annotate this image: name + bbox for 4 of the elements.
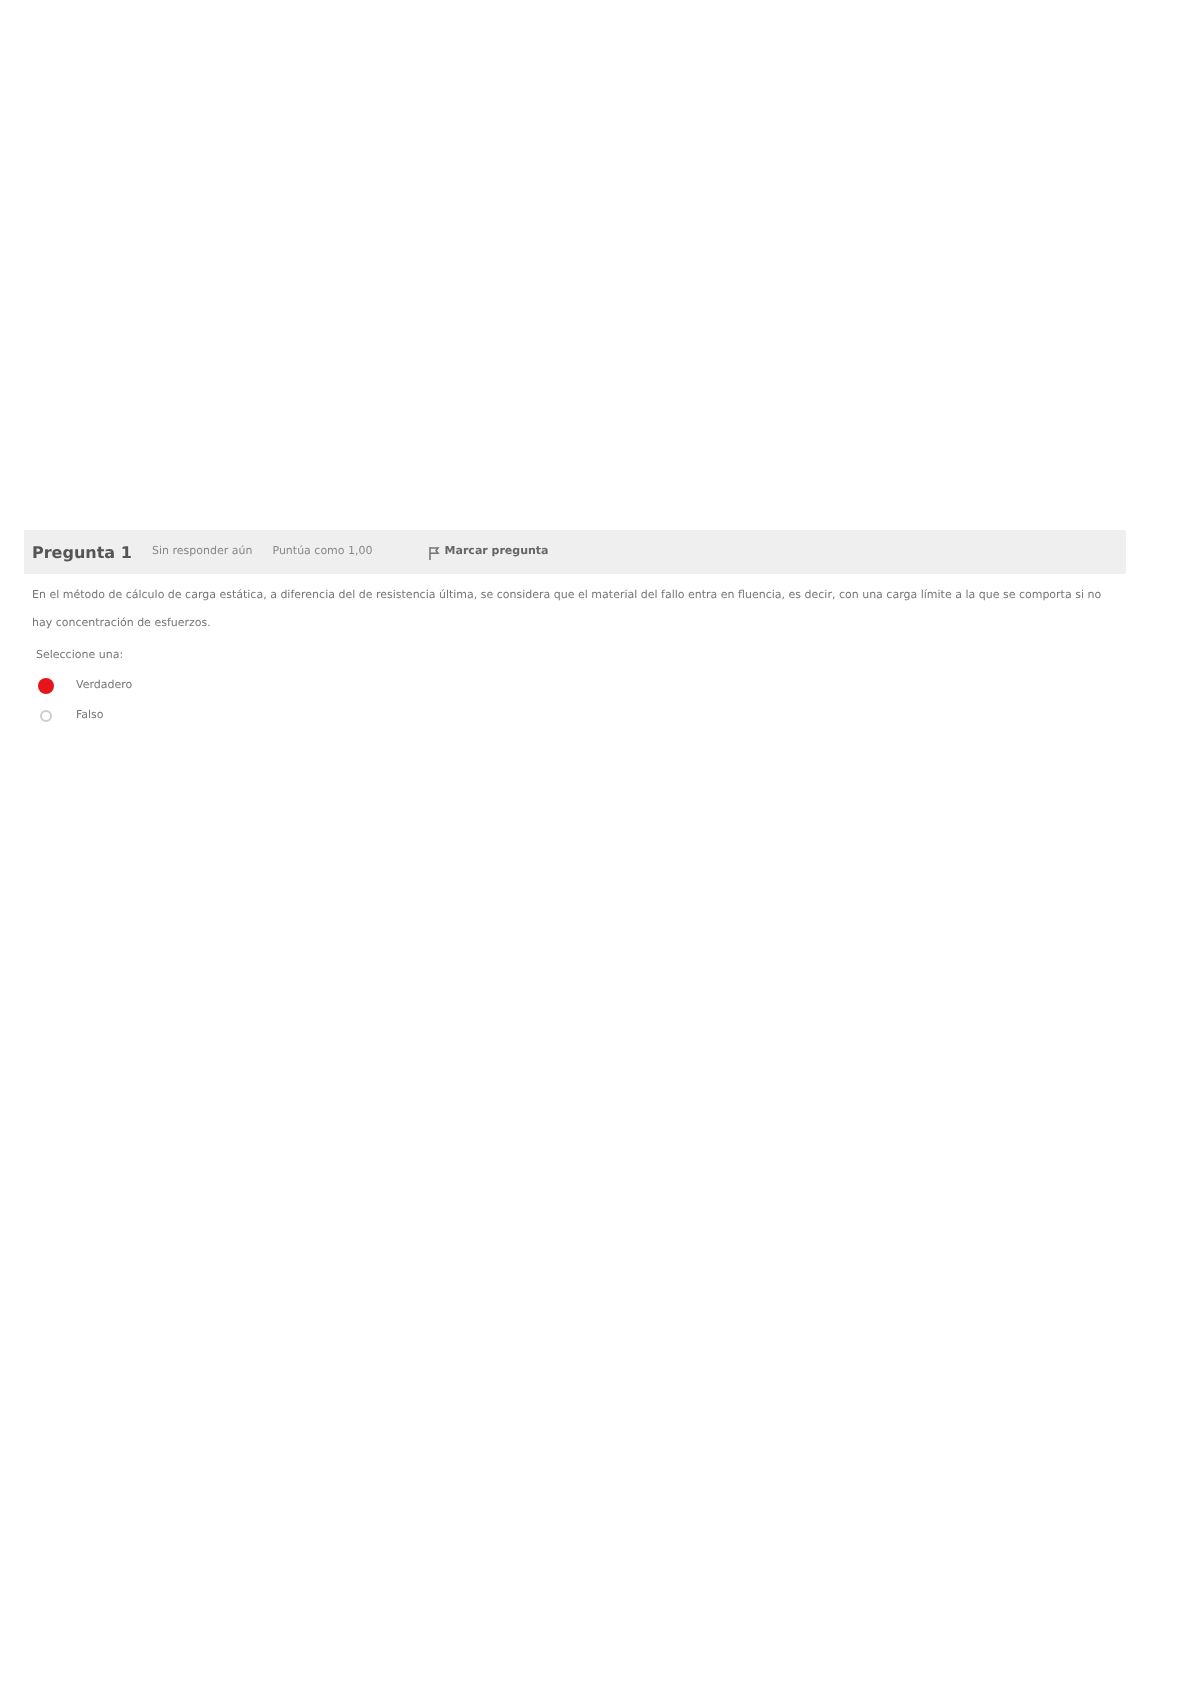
radio-button[interactable] xyxy=(38,677,54,693)
radio-button[interactable] xyxy=(40,709,52,721)
flag-icon xyxy=(428,545,441,559)
question-title: Pregunta 1 xyxy=(32,543,134,561)
